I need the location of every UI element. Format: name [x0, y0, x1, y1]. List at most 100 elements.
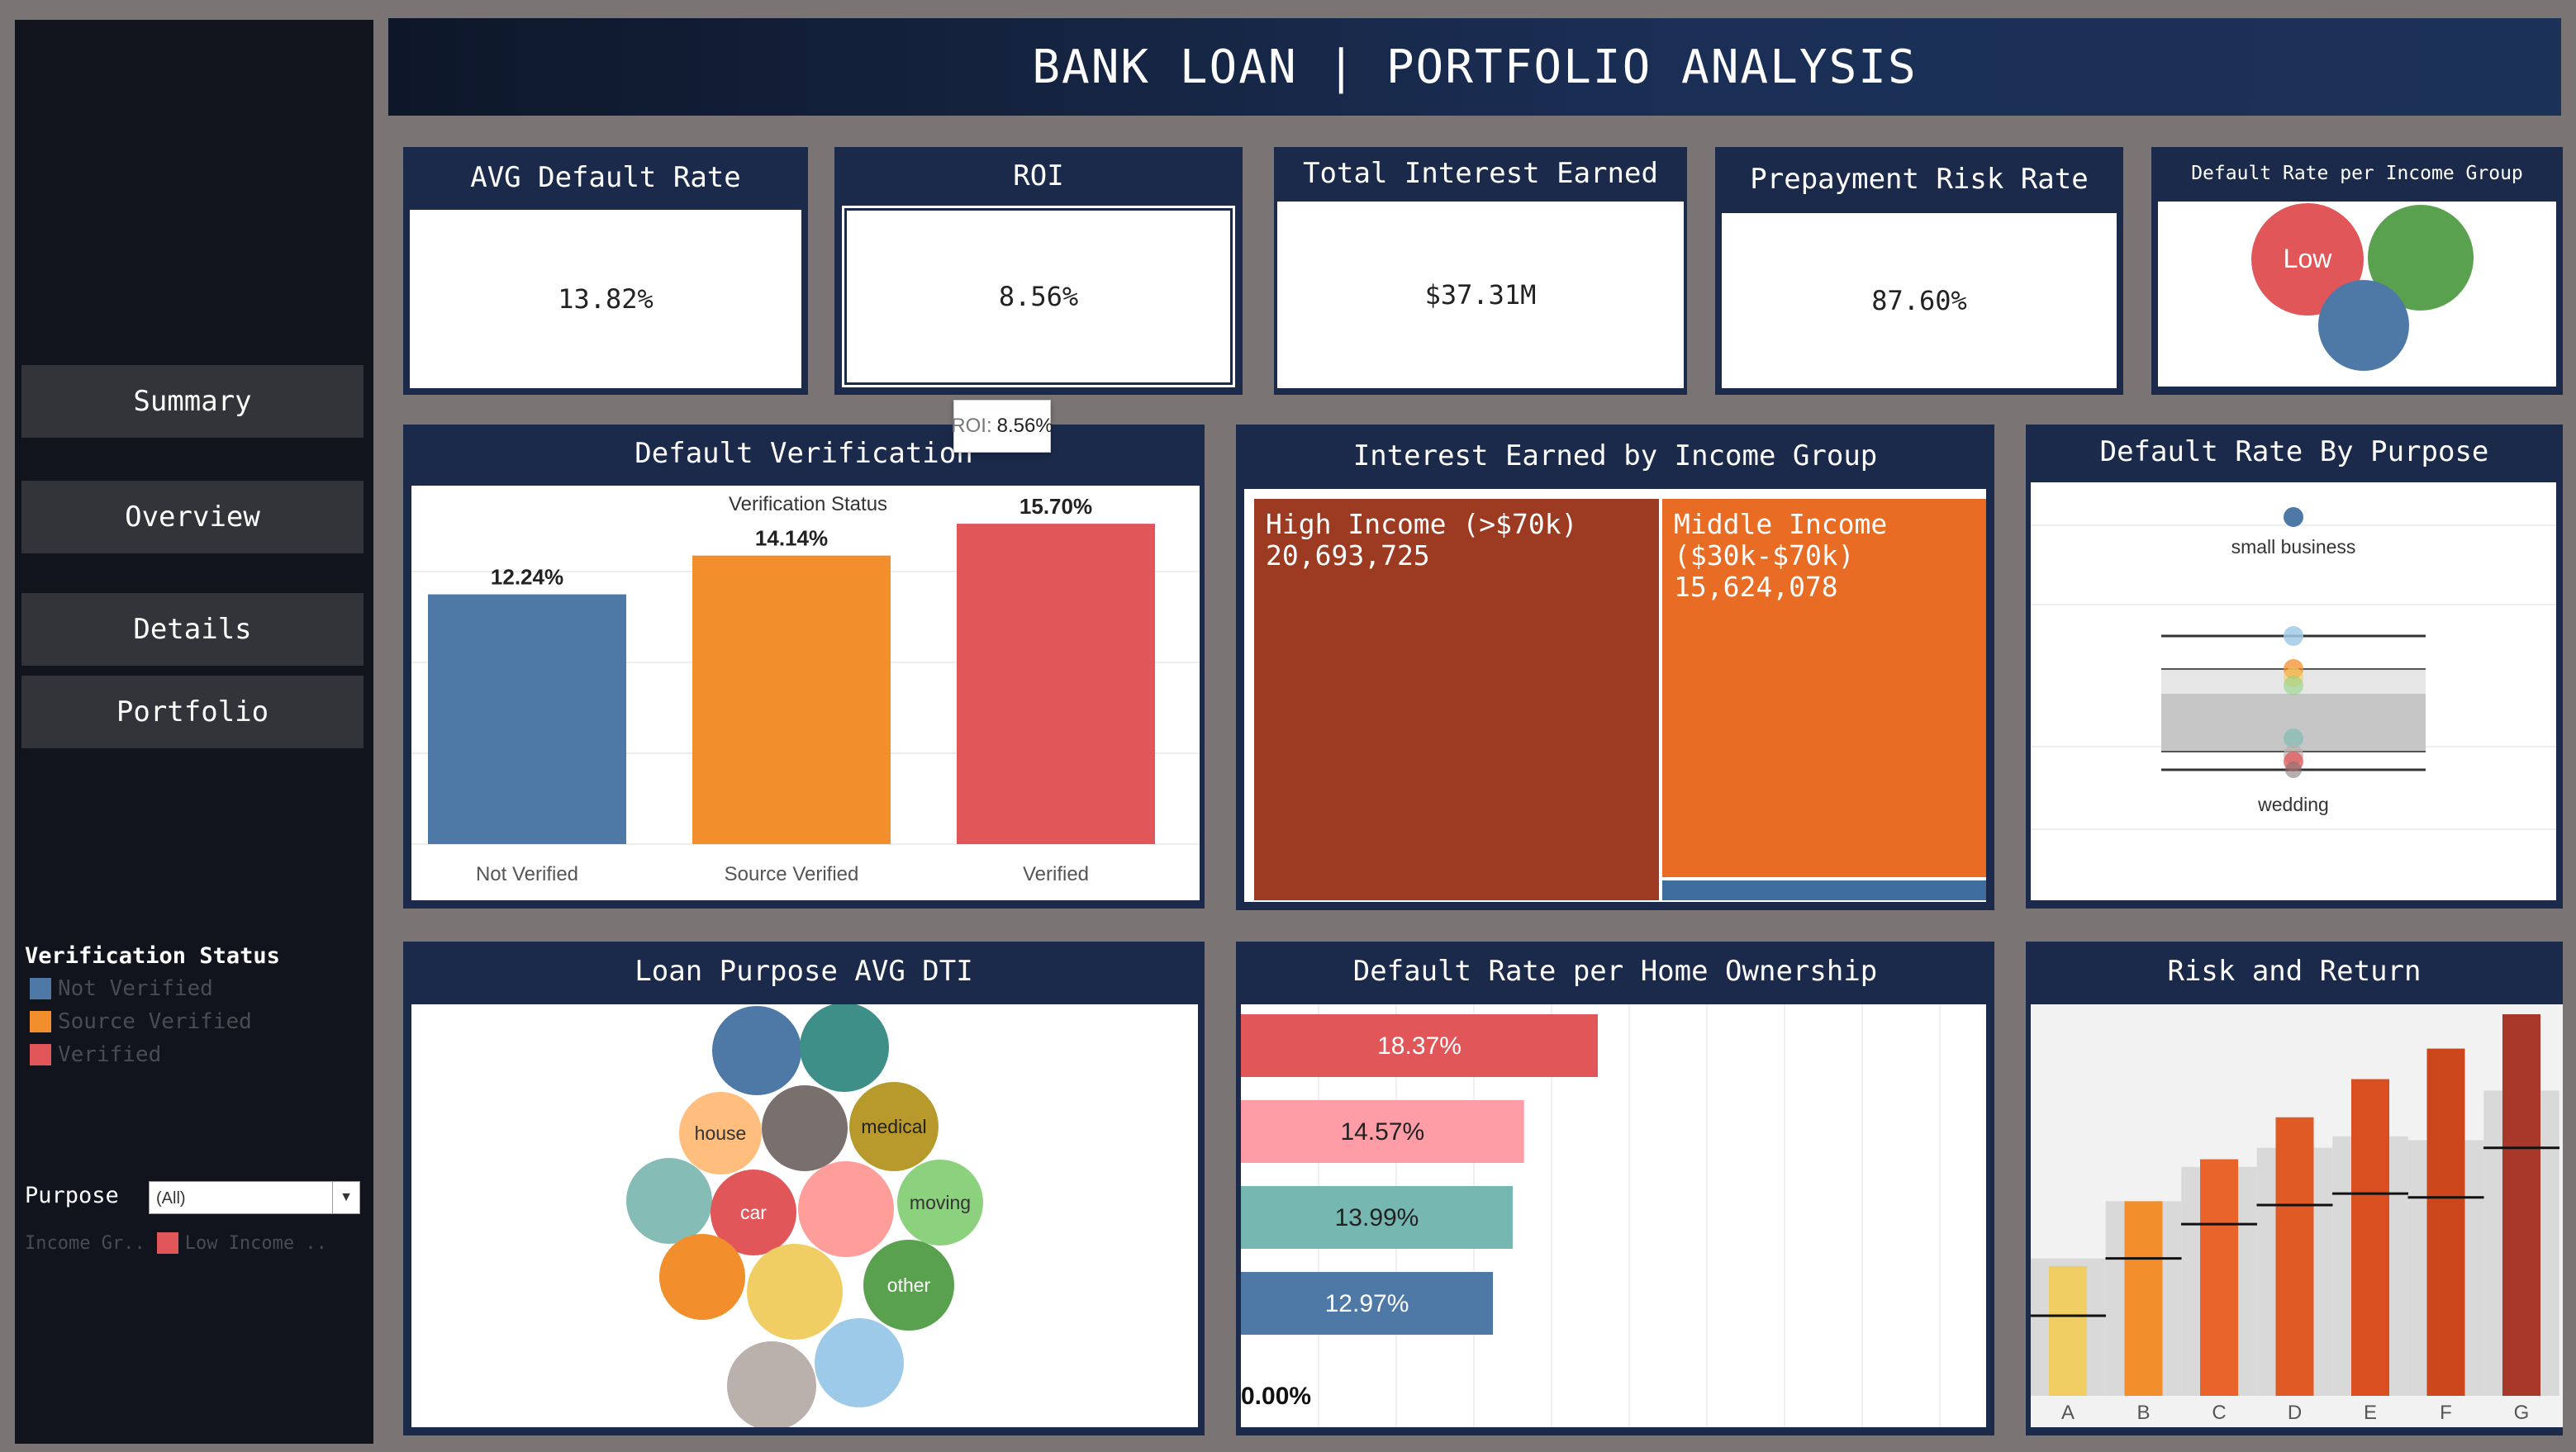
risk-category-label: D [2288, 1402, 2302, 1424]
kpi-title: Total Interest Earned [1303, 157, 1658, 190]
risk-category-label: B [2136, 1402, 2150, 1424]
home-ownership-bar-label: 12.97% [1325, 1290, 1409, 1317]
kpi-value: 13.82% [558, 283, 654, 315]
risk-bar[interactable] [2502, 1014, 2540, 1396]
purpose-point[interactable] [2284, 676, 2303, 695]
purpose-bottom-label: wedding [2257, 794, 2329, 815]
panel-title: Default Rate By Purpose [2099, 435, 2489, 468]
risk-category-label: E [2364, 1402, 2377, 1424]
kpi-title: Prepayment Risk Rate [1750, 163, 2089, 196]
tooltip-value: 8.56% [996, 415, 1053, 437]
kpi-roi: ROI 8.56% [834, 147, 1243, 395]
interest-treemap-panel: Interest Earned by Income Group High Inc… [1236, 425, 1994, 910]
home-ownership-zero-label: 0.00% [1241, 1383, 1311, 1410]
tooltip-label: ROI: [951, 415, 992, 437]
legend-swatch [30, 978, 51, 999]
dti-bubble-label: moving [910, 1192, 971, 1213]
dti-bubble[interactable] [747, 1244, 843, 1340]
risk-bar[interactable] [2275, 1117, 2314, 1396]
income-group-bubbles-panel: Default Rate per Income Group Low [2151, 147, 2563, 395]
risk-bar[interactable] [2049, 1265, 2087, 1396]
dti-bubble-label: car [740, 1202, 767, 1223]
home-ownership-bar-label: 13.99% [1335, 1204, 1419, 1231]
purpose-filter-label: Purpose [25, 1183, 119, 1208]
panel-title: Interest Earned by Income Group [1352, 439, 1878, 472]
default-rate-purpose-panel: Default Rate By Purpose small business w… [2026, 425, 2563, 909]
purpose-point[interactable] [2284, 626, 2303, 646]
verification-category-label: Not Verified [476, 863, 578, 885]
dti-bubble-label: other [887, 1274, 931, 1296]
kpi-value: 87.60% [1871, 285, 1967, 316]
verification-bar[interactable] [428, 594, 626, 844]
panel-title: Default Rate per Home Ownership [1352, 955, 1878, 988]
home-ownership-bar-label: 14.57% [1340, 1118, 1424, 1146]
verification-bar[interactable] [692, 555, 891, 844]
legend-swatch [30, 1044, 51, 1065]
dti-bubble[interactable] [762, 1085, 848, 1171]
purpose-point-small-business[interactable] [2284, 507, 2303, 527]
panel-title: Risk and Return [2167, 955, 2422, 988]
nav-overview-button[interactable]: Overview [21, 481, 364, 553]
legend-item-not-verified[interactable]: Not Verified [30, 976, 213, 1001]
home-ownership-bar-label: 18.37% [1377, 1032, 1461, 1060]
legend-item-verified[interactable]: Verified [30, 1042, 161, 1067]
dti-bubble[interactable] [798, 1161, 894, 1257]
dti-bubble[interactable] [712, 1006, 801, 1095]
chart-subtitle: Verification Status [729, 493, 887, 515]
verification-bar-label: 12.24% [491, 565, 563, 590]
verification-legend-title: Verification Status [25, 943, 280, 969]
dti-bubble-label: house [695, 1122, 747, 1144]
legend-item-source-verified[interactable]: Source Verified [30, 1009, 252, 1034]
purpose-filter-select[interactable]: (All) ▼ [149, 1181, 360, 1214]
treemap-tile-middle-income[interactable]: Middle Income ($30k-$70k) 15,624,078 [1662, 499, 1986, 877]
kpi-prepayment-risk: Prepayment Risk Rate 87.60% [1715, 147, 2123, 395]
risk-category-label: G [2514, 1402, 2530, 1424]
nav-summary-button[interactable]: Summary [21, 365, 364, 438]
dti-bubble-label: medical [861, 1116, 926, 1137]
dti-bubble[interactable] [626, 1158, 712, 1244]
dti-bubble[interactable] [800, 1004, 889, 1092]
nav-details-button[interactable]: Details [21, 593, 364, 666]
verification-category-label: Source Verified [725, 863, 859, 885]
risk-bar[interactable] [2426, 1048, 2465, 1396]
kpi-value: 8.56% [998, 281, 1079, 312]
income-bubble-label: Low [2284, 244, 2333, 273]
legend-swatch [156, 1232, 178, 1254]
income-group-filter[interactable]: Income Gr.. Low Income .. [25, 1232, 327, 1254]
treemap-tile-low-income[interactable] [1662, 880, 1986, 900]
risk-category-label: F [2440, 1402, 2452, 1424]
page-title: BANK LOAN | PORTFOLIO ANALYSIS [388, 18, 2561, 116]
income-bubble-middle[interactable] [2318, 280, 2409, 371]
home-ownership-panel: Default Rate per Home Ownership 18.37% 14… [1236, 942, 1994, 1435]
verification-bar-label: 15.70% [1019, 494, 1092, 519]
dti-bubble[interactable] [815, 1318, 904, 1407]
dti-bubbles-panel: Loan Purpose AVG DTI house medical car m… [403, 942, 1205, 1435]
kpi-avg-default-rate: AVG Default Rate 13.82% [403, 147, 808, 395]
purpose-top-label: small business [2231, 536, 2356, 558]
purpose-point[interactable] [2285, 762, 2302, 778]
risk-bar[interactable] [2351, 1079, 2389, 1396]
verification-bar[interactable] [957, 524, 1155, 844]
kpi-total-interest: Total Interest Earned $37.31M [1274, 147, 1687, 395]
roi-tooltip: ROI: 8.56% [951, 400, 1053, 453]
risk-bar[interactable] [2124, 1201, 2163, 1396]
verification-category-label: Verified [1023, 863, 1089, 885]
kpi-value: $37.31M [1424, 279, 1537, 311]
default-verification-panel: Default Verification Verification Status… [403, 425, 1205, 909]
dti-bubble[interactable] [727, 1341, 816, 1427]
verification-bar-label: 14.14% [755, 526, 828, 551]
risk-category-label: C [2212, 1402, 2226, 1424]
dti-bubble[interactable] [659, 1234, 745, 1320]
kpi-title: AVG Default Rate [470, 161, 741, 194]
risk-return-panel: Risk and Return A B C D E F G [2026, 942, 2563, 1435]
panel-title: Default Verification [634, 437, 973, 470]
panel-title: Loan Purpose AVG DTI [634, 955, 973, 988]
treemap-tile-high-income[interactable]: High Income (>$70k) 20,693,725 [1254, 499, 1659, 900]
panel-title: Default Rate per Income Group [2191, 163, 2523, 184]
chevron-down-icon[interactable]: ▼ [332, 1182, 359, 1213]
risk-bar[interactable] [2200, 1159, 2238, 1396]
legend-swatch [30, 1011, 51, 1032]
kpi-title: ROI [1013, 159, 1064, 192]
risk-category-label: A [2061, 1402, 2075, 1424]
nav-portfolio-button[interactable]: Portfolio [21, 676, 364, 748]
